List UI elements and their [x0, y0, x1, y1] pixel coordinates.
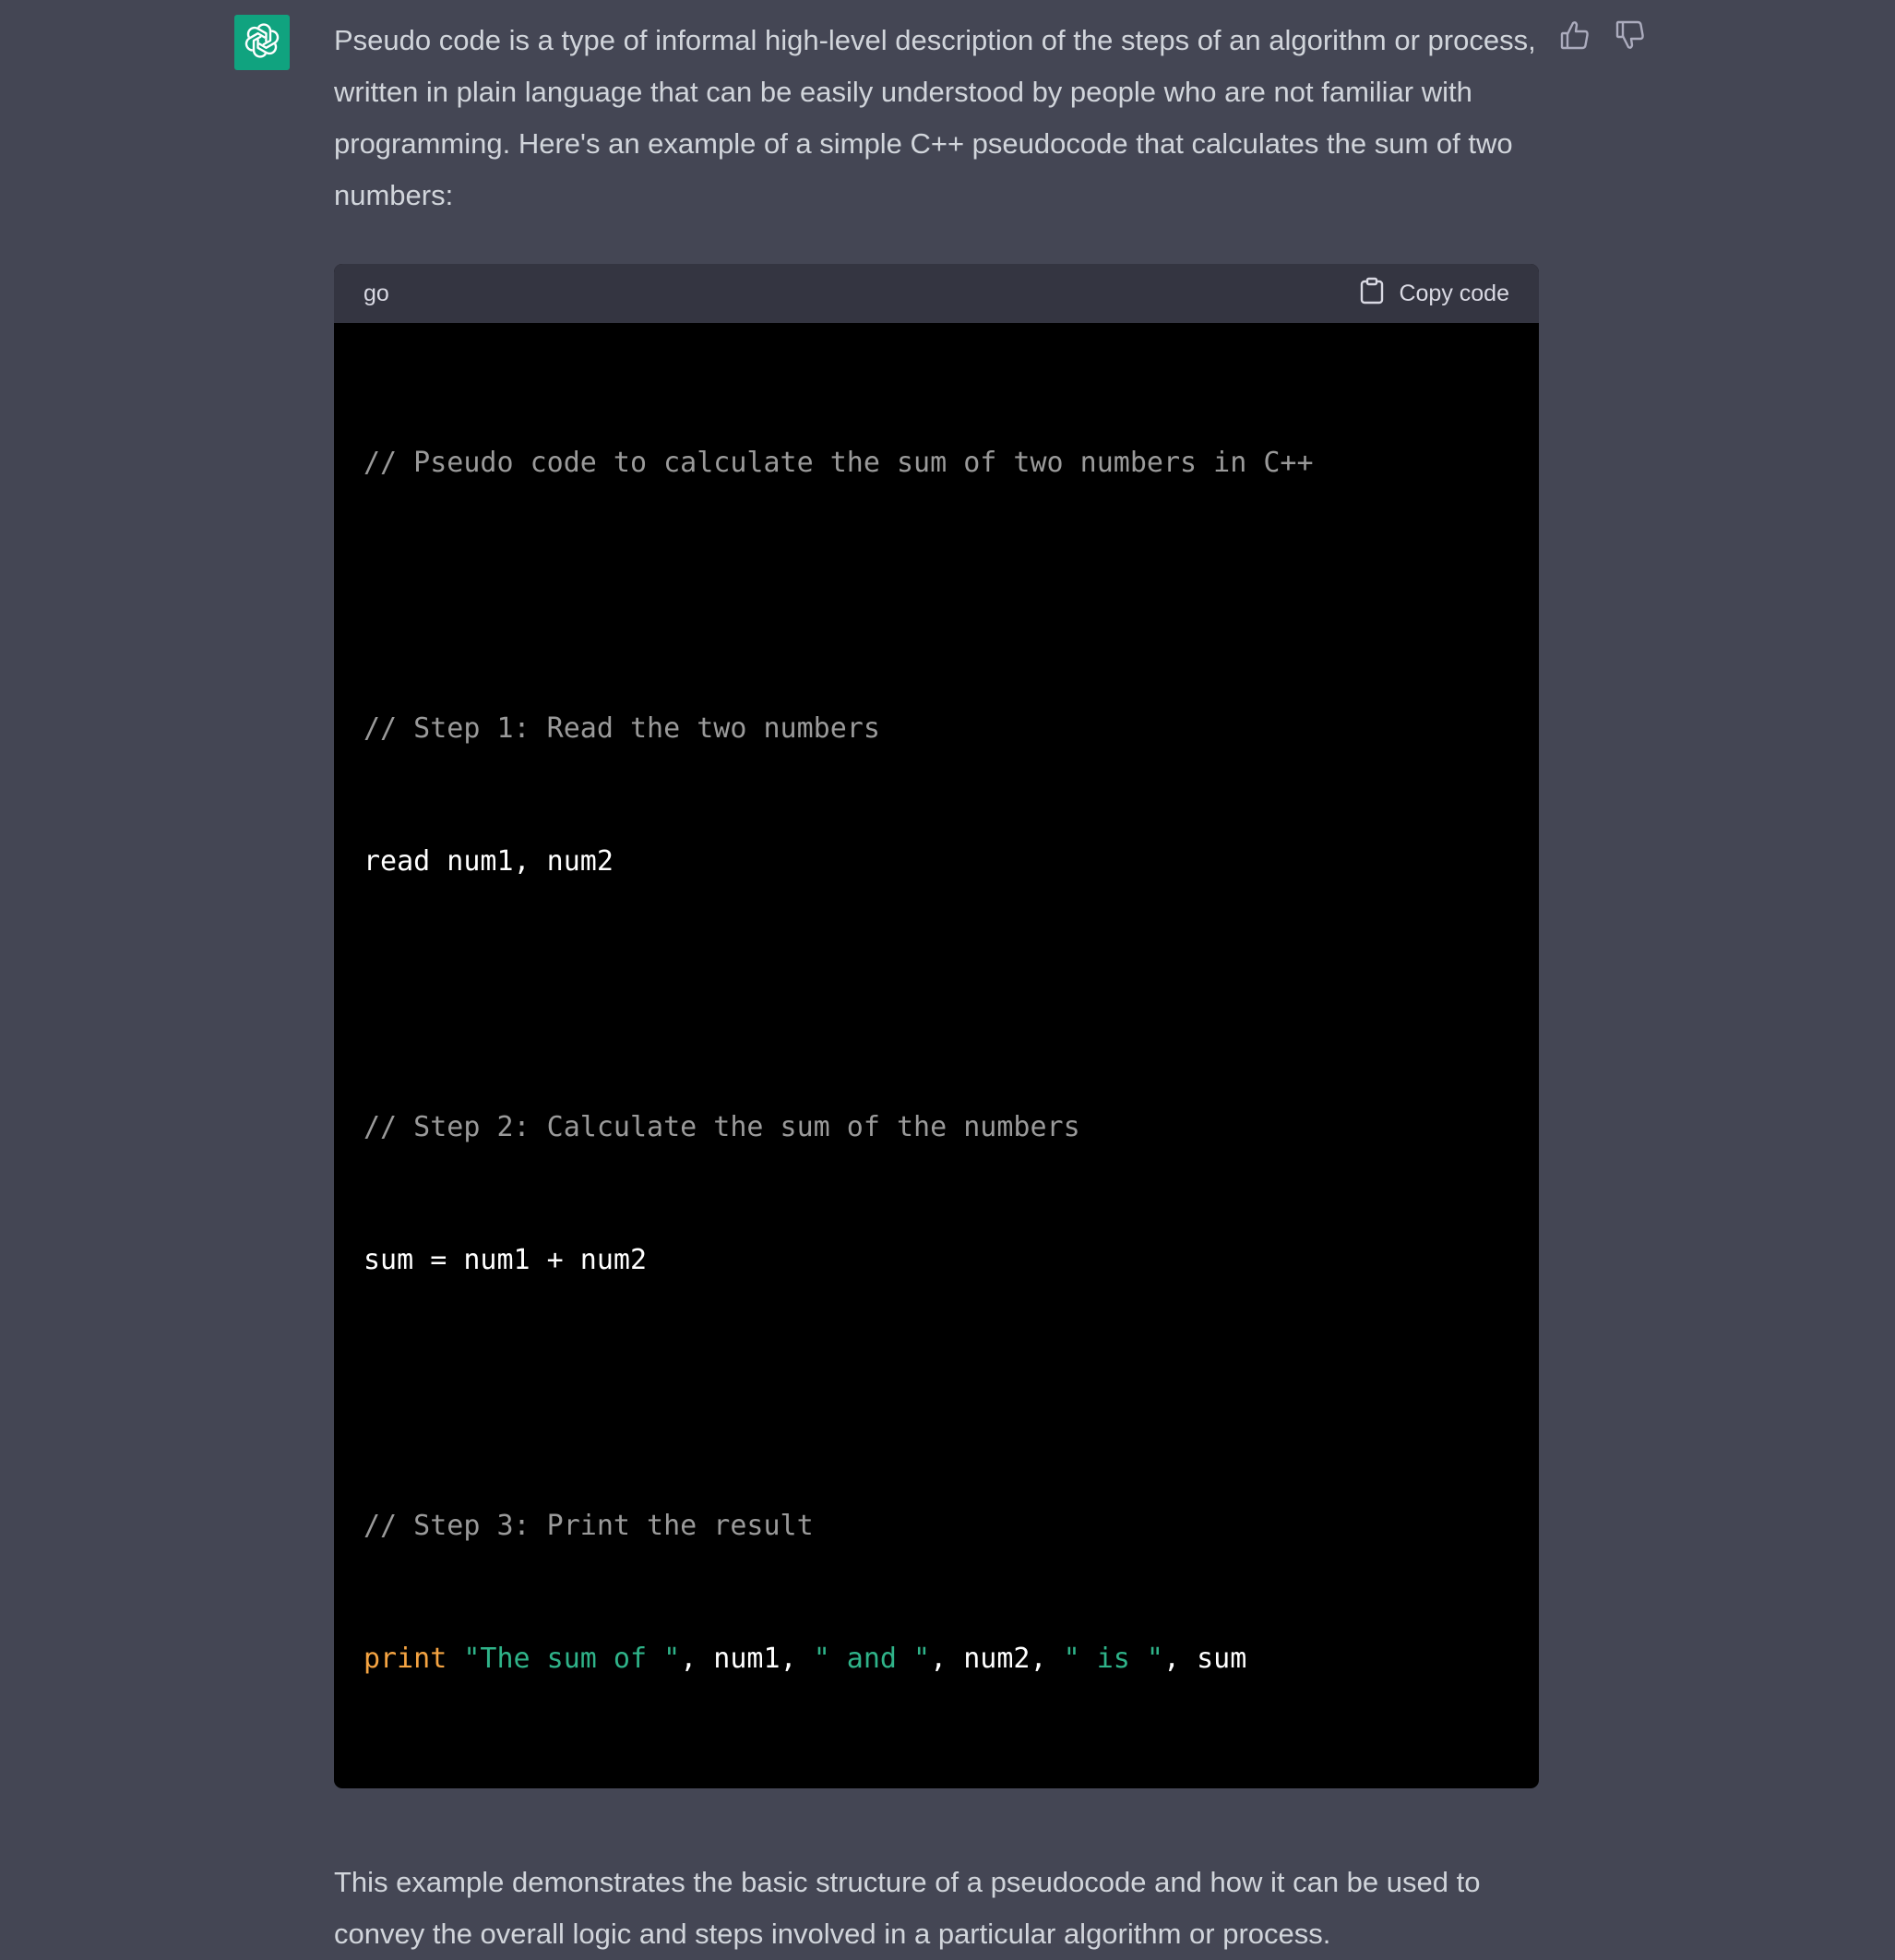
code-body[interactable]: // Pseudo code to calculate the sum of t… [334, 323, 1539, 1788]
code-block-header: go Copy code [334, 264, 1539, 323]
code-text: , num1, [680, 1643, 814, 1675]
code-line: // Step 1: Read the two numbers [364, 712, 880, 745]
feedback-buttons [1559, 20, 1646, 54]
assistant-message: Pseudo code is a type of informal high-l… [0, 0, 1895, 1950]
copy-code-button[interactable]: Copy code [1360, 277, 1509, 311]
code-line: sum = num1 + num2 [364, 1244, 648, 1276]
openai-logo-icon [243, 21, 281, 65]
clipboard-icon [1360, 277, 1384, 311]
code-line: // Step 3: Print the result [364, 1510, 814, 1542]
thumbs-up-button[interactable] [1559, 20, 1591, 54]
code-line: read num1, num2 [364, 845, 614, 878]
code-text: , sum [1163, 1643, 1247, 1675]
code-string: "The sum of " [463, 1643, 681, 1675]
code-text: , num2, [930, 1643, 1064, 1675]
thumbs-down-button[interactable] [1615, 20, 1646, 54]
code-line: // Step 2: Calculate the sum of the numb… [364, 1111, 1080, 1143]
code-string: " and " [813, 1643, 931, 1675]
code-language-label: go [364, 280, 389, 306]
code-block: go Copy code // Pseudo code to calculate… [334, 264, 1539, 1788]
thumbs-up-icon [1560, 19, 1590, 55]
code-string: " is " [1063, 1643, 1163, 1675]
code-line: // Pseudo code to calculate the sum of t… [364, 447, 1314, 479]
copy-code-label: Copy code [1399, 280, 1509, 306]
message-content: Pseudo code is a type of informal high-l… [334, 15, 1539, 1960]
intro-paragraph: Pseudo code is a type of informal high-l… [334, 24, 1536, 211]
outro-paragraph: This example demonstrates the basic stru… [334, 1866, 1481, 1950]
assistant-avatar [234, 15, 290, 70]
code-keyword-print: print [364, 1643, 447, 1675]
thumbs-down-icon [1615, 19, 1645, 55]
code-line: print "The sum of ", num1, " and ", num2… [364, 1637, 1509, 1681]
